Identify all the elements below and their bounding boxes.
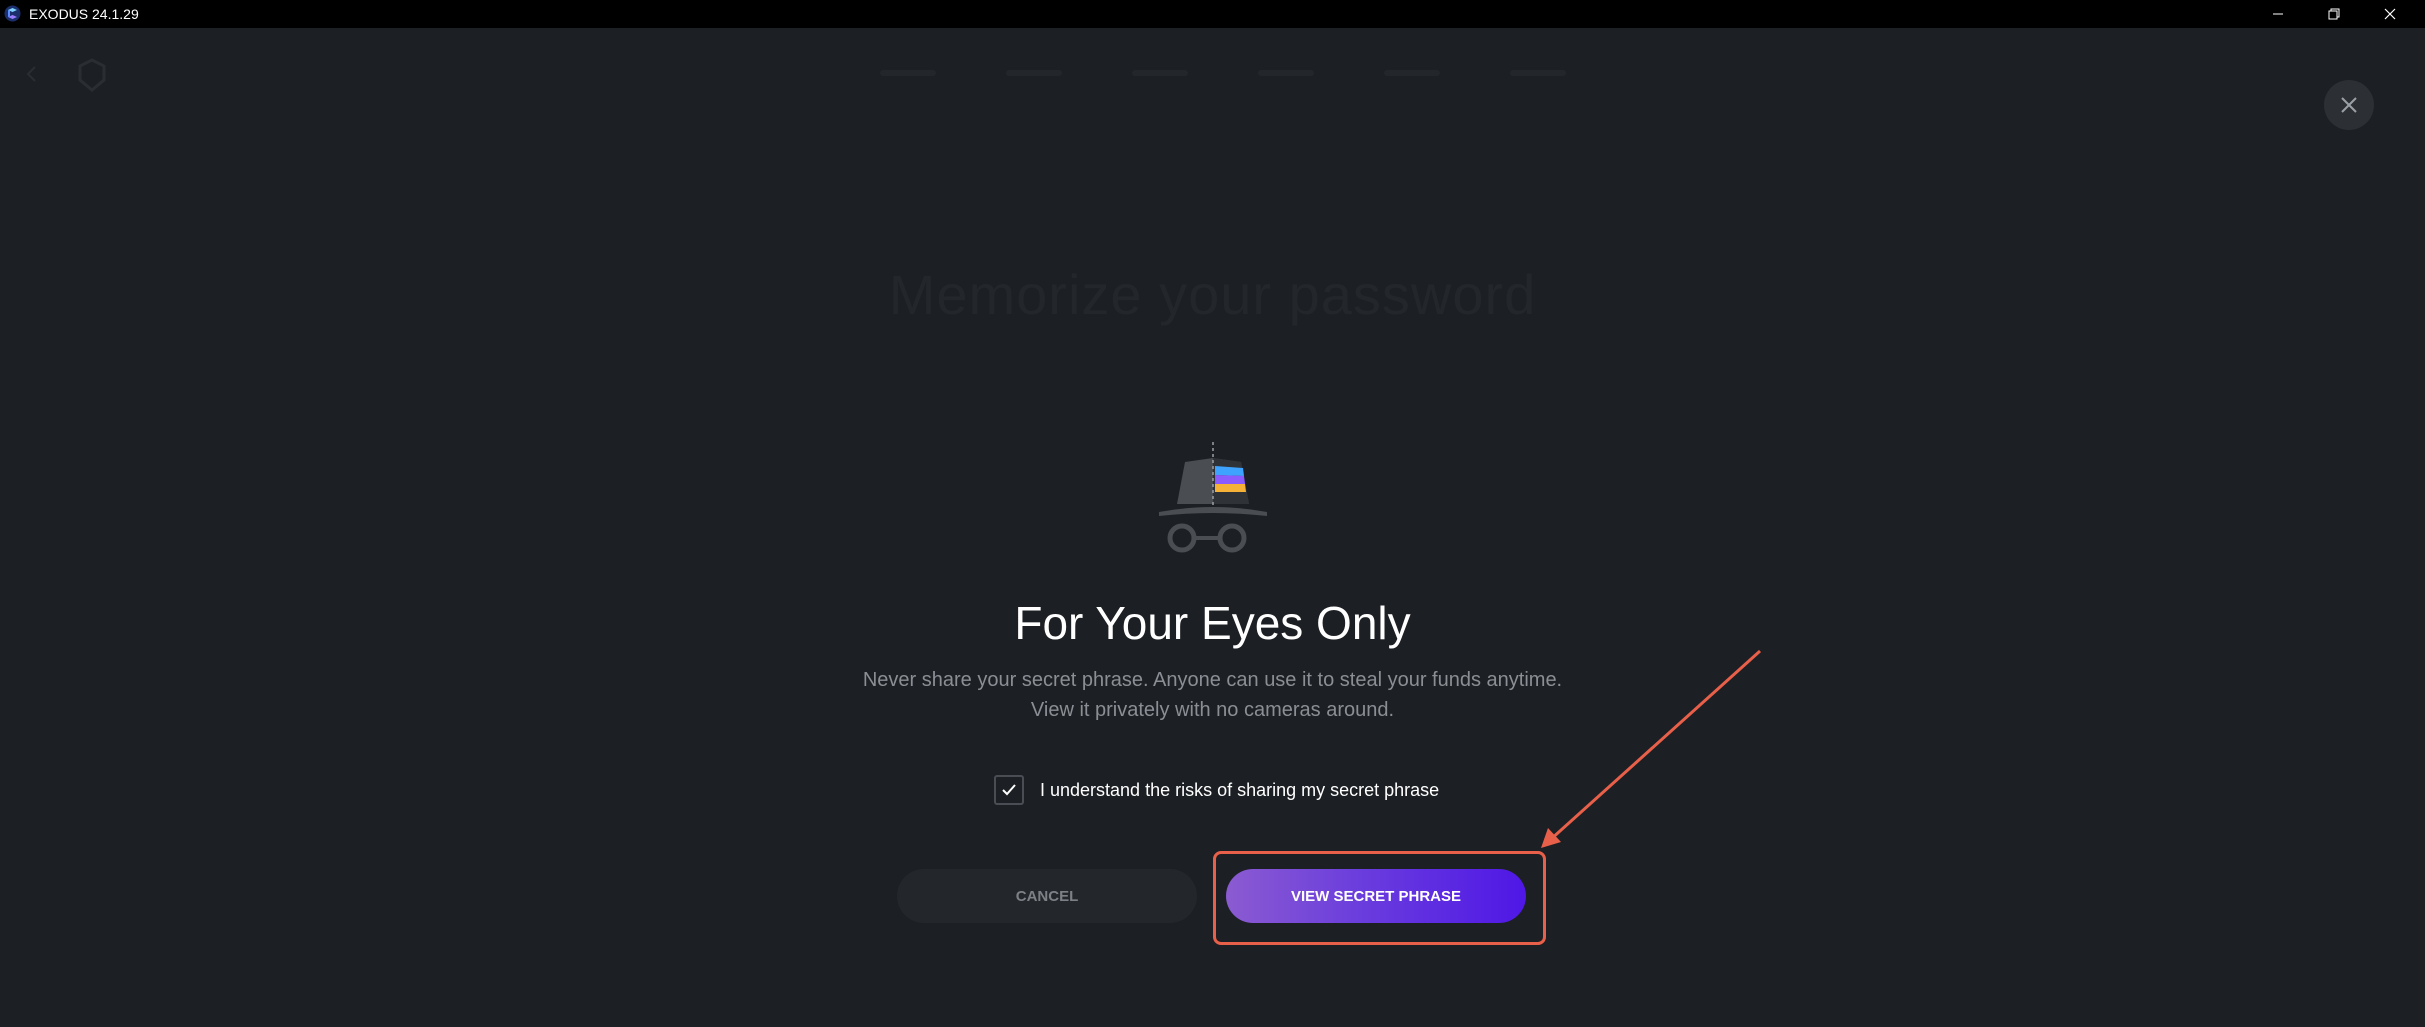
background-steps [880,70,1566,76]
dialog-close-button[interactable] [2324,80,2374,130]
restore-button[interactable] [2306,0,2362,28]
cancel-button[interactable]: CANCEL [897,869,1197,923]
background-step [880,70,936,76]
background-step [1132,70,1188,76]
minimize-icon [2273,13,2283,15]
close-icon [2384,8,2396,20]
back-arrow-icon [26,66,36,82]
risk-checkbox-label: I understand the risks of sharing my sec… [1040,779,1440,800]
window-titlebar: EXODUS 24.1.29 [0,0,2425,28]
shield-logo-icon [78,58,106,92]
minimize-button[interactable] [2250,0,2306,28]
background-step [1006,70,1062,76]
background-heading: Memorize your password [888,263,1537,326]
dialog-description: Never share your secret phrase. Anyone c… [862,669,1563,721]
background-step [1384,70,1440,76]
exodus-logo-icon [4,5,21,22]
restore-icon [2328,8,2340,20]
dialog-title: For Your Eyes Only [1014,597,1411,649]
window-close-button[interactable] [2362,0,2418,28]
window-title: EXODUS 24.1.29 [29,6,139,22]
checkmark-icon [1002,784,1016,796]
background-step [1258,70,1314,76]
close-icon [2341,97,2357,113]
view-secret-phrase-button[interactable]: VIEW SECRET PHRASE [1226,869,1526,923]
incognito-spy-icon [1159,442,1267,553]
risk-checkbox[interactable] [994,775,1024,805]
background-step [1510,70,1566,76]
risk-acknowledgement-row[interactable]: I understand the risks of sharing my sec… [994,774,1439,806]
